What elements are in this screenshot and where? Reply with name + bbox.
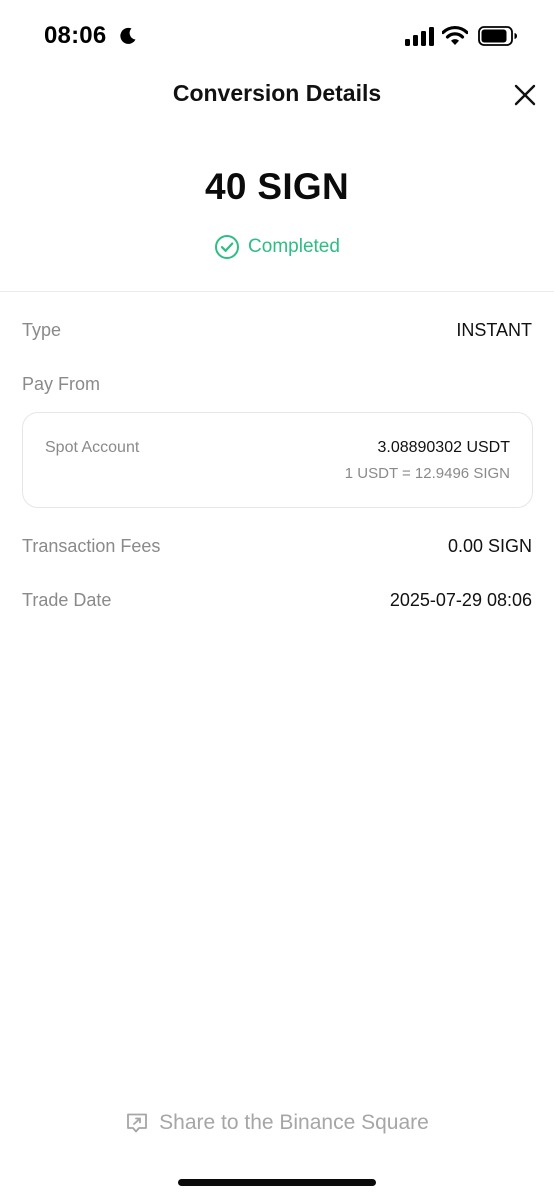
type-label: Type (22, 320, 62, 340)
pay-amount: 3.08890302 USDT (377, 439, 510, 456)
trade-date-value: 2025-07-29 08:06 (389, 590, 532, 610)
pay-from-label: Pay From (22, 374, 101, 394)
fees-value: 0.00 SIGN (447, 536, 532, 556)
wifi-icon (442, 25, 468, 45)
status-time: 08:06 (44, 22, 107, 49)
signal-icon (405, 27, 434, 46)
share-label: Share to the Binance Square (159, 1111, 429, 1134)
close-icon[interactable] (513, 83, 537, 107)
share-button[interactable]: Share to the Binance Square (0, 1108, 554, 1138)
home-indicator[interactable] (178, 1179, 376, 1186)
battery-icon (478, 26, 517, 46)
status-badge: Completed (0, 233, 554, 261)
check-circle-icon (215, 235, 240, 259)
page-title: Conversion Details (172, 80, 382, 106)
conversion-details-screen: 08:06 Conversion Details 40 SIGN Complet… (0, 0, 554, 1199)
trade-date-label: Trade Date (22, 590, 112, 610)
type-value: INSTANT (456, 320, 532, 340)
conversion-amount: 40 SIGN (205, 166, 349, 207)
fees-label: Transaction Fees (22, 536, 161, 556)
exchange-rate: 1 USDT = 12.9496 SIGN (344, 465, 510, 482)
moon-icon (120, 27, 136, 44)
status-text: Completed (248, 236, 340, 257)
share-icon (127, 1113, 148, 1133)
account-name: Spot Account (45, 439, 140, 456)
divider (0, 291, 554, 292)
pay-from-card: Spot Account 3.08890302 USDT 1 USDT = 12… (22, 412, 533, 508)
status-bar: 08:06 (0, 0, 554, 74)
